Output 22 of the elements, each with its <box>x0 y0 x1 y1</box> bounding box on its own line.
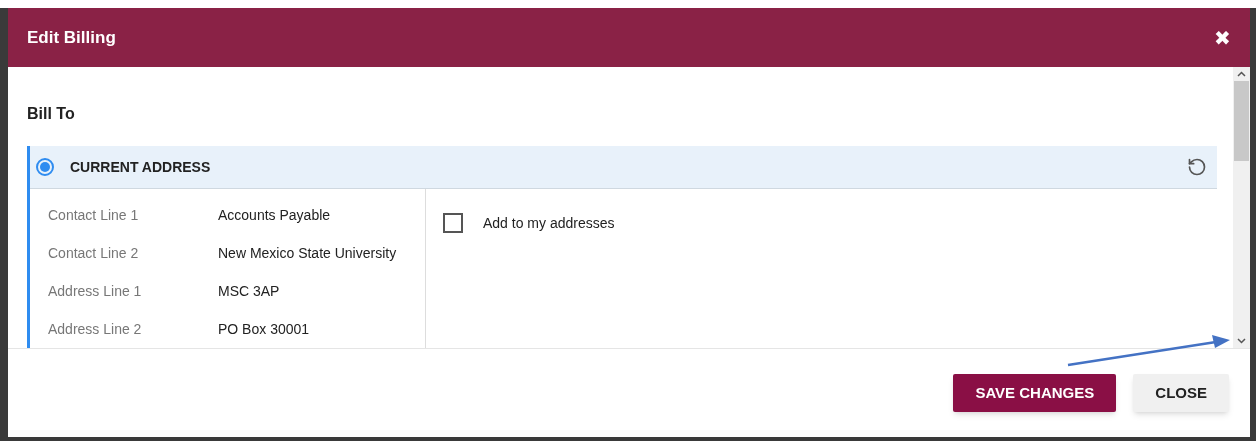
scroll-down-icon[interactable] <box>1237 338 1246 344</box>
close-button[interactable]: CLOSE <box>1133 374 1229 412</box>
address-option[interactable]: CURRENT ADDRESS <box>30 146 1217 189</box>
checkbox-label: Add to my addresses <box>483 214 615 233</box>
scroll-thumb[interactable] <box>1234 81 1249 161</box>
field-value: PO Box 30001 <box>218 320 310 339</box>
radio-button[interactable] <box>36 158 54 176</box>
option-label: CURRENT ADDRESS <box>70 157 212 177</box>
field-value: Accounts Payable <box>218 206 331 225</box>
save-button[interactable]: SAVE CHANGES <box>953 374 1117 412</box>
field-value: MSC 3AP <box>218 282 280 301</box>
field-value: New Mexico State University <box>218 244 397 263</box>
checkbox[interactable] <box>443 213 463 233</box>
section-title: Bill To <box>27 104 76 124</box>
field-label: Address Line 2 <box>48 320 143 339</box>
reset-icon[interactable] <box>1187 157 1207 177</box>
field-label: Contact Line 2 <box>48 244 140 263</box>
field-label: Contact Line 1 <box>48 206 140 225</box>
field-label: Address Line 1 <box>48 282 143 301</box>
scrollbar[interactable] <box>1233 67 1250 348</box>
dialog-title: Edit Billing <box>27 26 116 49</box>
scroll-up-icon[interactable] <box>1237 71 1246 77</box>
